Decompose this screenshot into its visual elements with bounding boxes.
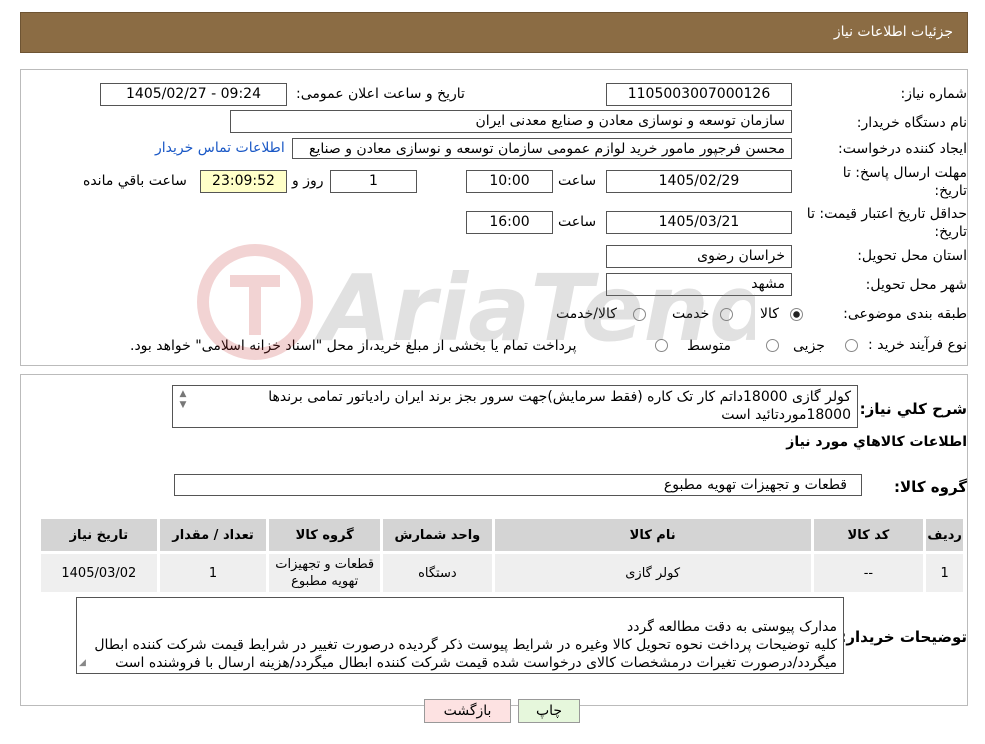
announce-label: تاریخ و ساعت اعلان عمومی:: [296, 86, 465, 102]
validity-time-label: ساعت: [558, 214, 597, 230]
requester-field: محسن فرجپور مامور خرید لوازم عمومی سازما…: [292, 138, 792, 159]
description-text: کولر گازی 18000داتم کار تک کاره (فقط سرم…: [268, 389, 851, 423]
cell-name: کولر گازی: [491, 551, 814, 595]
buyer-notes-label: توضیحات خریدار:: [840, 628, 967, 646]
back-button[interactable]: بازگشت: [424, 699, 511, 723]
validity-label-date: تاریخ:: [934, 224, 967, 240]
buyer-notes-textarea[interactable]: مدارک پیوستی به دقت مطالعه گردد کلیه توض…: [76, 597, 844, 674]
category-option-service: خدمت: [672, 306, 710, 322]
announce-datetime-field: 1405/02/27 - 09:24: [100, 83, 287, 106]
col-header-date: تاريخ نياز: [38, 516, 160, 554]
col-header-qty: تعداد / مقدار: [156, 516, 270, 554]
category-radio-service[interactable]: [720, 308, 733, 321]
category-option-both: کالا/خدمت: [556, 306, 617, 322]
col-header-code: کد کالا: [810, 516, 927, 554]
col-header-group: گروه کالا: [266, 516, 384, 554]
process-label: نوع فرآیند خرید :: [868, 337, 967, 353]
description-textarea[interactable]: ▲ ▼ کولر گازی 18000داتم کار تک کاره (فقط …: [172, 385, 858, 428]
city-label: شهر محل تحویل:: [865, 277, 967, 293]
buyer-org-field: سازمان توسعه و نوسازی معادن و صنایع معدن…: [230, 110, 792, 133]
col-header-row: رديف: [923, 516, 966, 554]
col-header-name: نام کالا: [491, 516, 814, 554]
col-header-unit: واحد شمارش: [380, 516, 495, 554]
process-option-minor: جزیی: [793, 338, 825, 354]
need-number-label: شماره نیاز:: [900, 86, 968, 102]
buyer-contact-link[interactable]: اطلاعات تماس خریدار: [155, 140, 285, 156]
need-number-field: 1105003007000126: [606, 83, 792, 106]
days-remaining-field: 1: [330, 170, 417, 193]
validity-time-field: 16:00: [466, 211, 553, 234]
table-header-row: رديف کد کالا نام کالا واحد شمارش گروه کا…: [38, 516, 966, 554]
requester-label: ایجاد کننده درخواست:: [838, 141, 967, 157]
deadline-time-field: 10:00: [466, 170, 553, 193]
city-field: مشهد: [606, 273, 792, 296]
province-field: خراسان رضوی: [606, 245, 792, 268]
scroll-arrows-icon[interactable]: ▲ ▼: [176, 389, 190, 411]
remaining-time-field: 23:09:52: [200, 170, 287, 193]
remaining-label: ساعت باقي مانده: [83, 173, 187, 189]
category-option-goods: کالا: [760, 306, 779, 322]
process-note: پرداخت تمام یا بخشی از مبلغ خرید،از محل …: [130, 338, 577, 354]
print-button[interactable]: چاپ: [518, 699, 580, 723]
resize-grip-icon[interactable]: ◢: [79, 654, 86, 672]
deadline-label-date: تاریخ:: [934, 183, 967, 199]
process-option-medium: متوسط: [687, 338, 731, 354]
category-label: طبقه بندی موضوعی:: [843, 306, 967, 322]
goods-info-title: اطلاعات کالاهاي مورد نياز: [786, 434, 967, 450]
buyer-notes-text: مدارک پیوستی به دقت مطالعه گردد کلیه توض…: [94, 619, 837, 671]
page-title: جزئیات اطلاعات نیاز: [833, 24, 953, 40]
goods-group-label: گروه کالا:: [894, 478, 967, 496]
validity-date-field: 1405/03/21: [606, 211, 792, 234]
days-label: روز و: [292, 173, 324, 189]
cell-qty: 1: [156, 551, 270, 595]
cell-unit: دستگاه: [380, 551, 495, 595]
buyer-org-label: نام دستگاه خریدار:: [856, 115, 967, 131]
deadline-label: مهلت ارسال پاسخ: تا: [842, 165, 967, 181]
deadline-date-field: 1405/02/29: [606, 170, 792, 193]
province-label: استان محل تحویل:: [857, 248, 967, 264]
process-radio-medium[interactable]: [766, 339, 779, 352]
table-row[interactable]: 1 -- کولر گازی دستگاه قطعات و تجهیزات ته…: [38, 551, 966, 595]
goods-group-field: قطعات و تجهیزات تهویه مطبوع: [174, 474, 862, 496]
deadline-time-label: ساعت: [558, 173, 597, 189]
page-header: جزئیات اطلاعات نیاز: [20, 12, 968, 53]
category-radio-goods[interactable]: [790, 308, 803, 321]
cell-row-number: 1: [923, 551, 966, 595]
cell-date: 1405/03/02: [38, 551, 160, 595]
goods-table: رديف کد کالا نام کالا واحد شمارش گروه کا…: [38, 516, 966, 595]
validity-label: حداقل تاریخ اعتبار قیمت: تا: [806, 206, 967, 222]
cell-code: --: [810, 551, 927, 595]
category-radio-both[interactable]: [633, 308, 646, 321]
cell-group: قطعات و تجهیزات تهویه مطبوع: [266, 551, 384, 595]
process-radio-minor[interactable]: [845, 339, 858, 352]
description-label: شرح کلي نياز:: [859, 400, 967, 418]
process-radio-treasury[interactable]: [655, 339, 668, 352]
